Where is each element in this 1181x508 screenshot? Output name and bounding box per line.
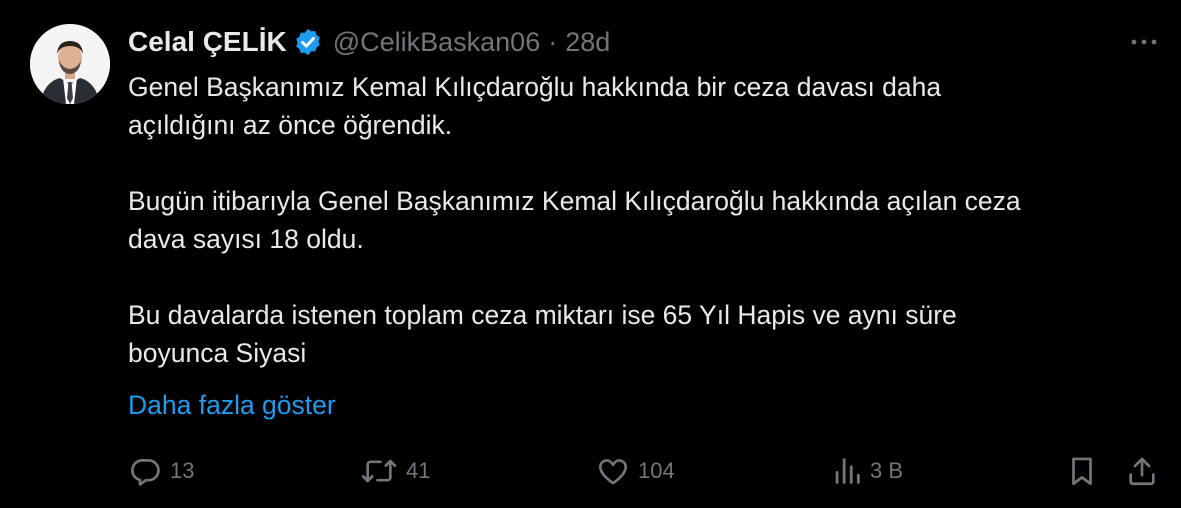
tweet-timestamp[interactable]: 28d xyxy=(565,27,610,58)
more-options-button[interactable] xyxy=(1124,28,1164,56)
verified-badge-icon xyxy=(293,27,323,57)
tweet-text: Genel Başkanımız Kemal Kılıçdaroğlu hakk… xyxy=(128,68,1158,372)
views-count: 3 B xyxy=(870,458,904,483)
tweet-paragraph-1: Genel Başkanımız Kemal Kılıçdaroğlu hakk… xyxy=(128,72,942,140)
tweet-paragraph-2: Bugün itibarıyla Genel Başkanımız Kemal … xyxy=(128,186,1021,254)
bookmark-icon xyxy=(1072,457,1092,486)
analytics-icon xyxy=(835,458,860,484)
tweet-paragraph-spacer xyxy=(128,258,1158,296)
author-handle[interactable]: @CelikBaskan06 xyxy=(333,27,541,58)
like-count: 104 xyxy=(638,458,675,483)
reply-count: 13 xyxy=(170,458,195,483)
share-button[interactable] xyxy=(1125,449,1159,493)
retweet-icon xyxy=(361,459,397,483)
bookmark-button[interactable] xyxy=(1065,449,1099,493)
heart-icon xyxy=(598,459,628,485)
tweet-paragraph-spacer xyxy=(128,144,1158,182)
tweet-header: Celal ÇELİK @CelikBaskan06 · 28d xyxy=(128,22,610,62)
action-bar: 13 41 104 3 B xyxy=(128,449,1168,493)
show-more-link[interactable]: Daha fazla göster xyxy=(128,386,336,424)
author-name[interactable]: Celal ÇELİK xyxy=(128,26,287,58)
like-button[interactable]: 104 xyxy=(596,449,675,493)
tweet[interactable]: Celal ÇELİK @CelikBaskan06 · 28d Genel B… xyxy=(0,0,1181,508)
avatar-image xyxy=(30,24,110,104)
separator-dot: · xyxy=(548,26,558,57)
views-button[interactable]: 3 B xyxy=(832,449,903,493)
avatar[interactable] xyxy=(30,24,110,104)
reply-button[interactable]: 13 xyxy=(128,449,194,493)
tweet-paragraph-3: Bu davalarda istenen toplam ceza miktarı… xyxy=(128,300,957,368)
share-icon xyxy=(1129,457,1155,486)
reply-icon xyxy=(131,459,160,486)
retweet-count: 41 xyxy=(406,458,431,483)
retweet-button[interactable]: 41 xyxy=(360,449,430,493)
more-horizontal-icon xyxy=(1131,39,1157,45)
